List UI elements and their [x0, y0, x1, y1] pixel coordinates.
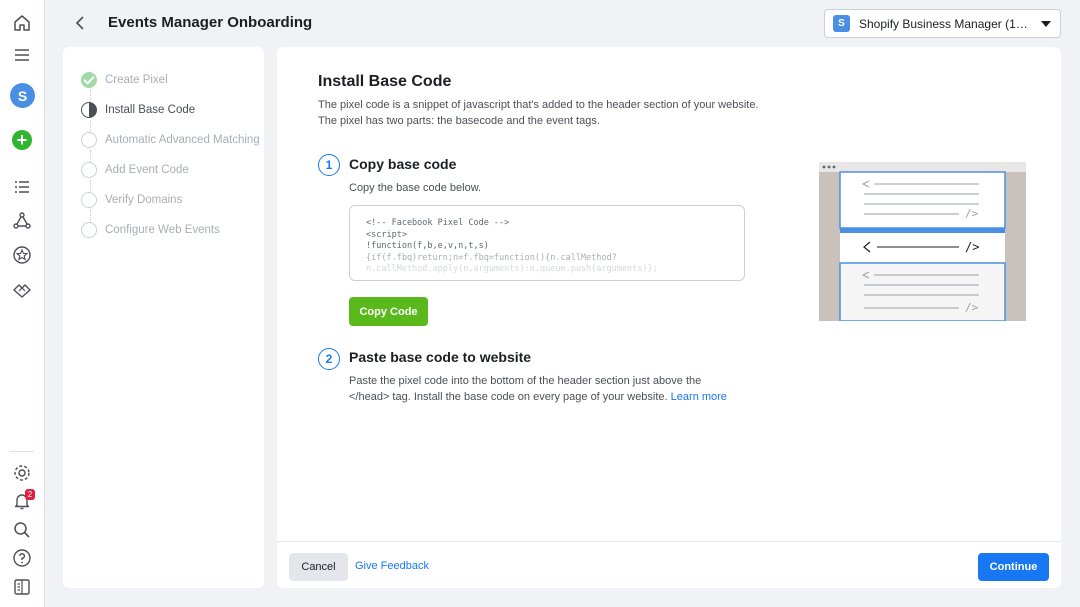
code-line: n.callMethod.apply(n,arguments):n.queue.…	[366, 264, 658, 274]
code-line: <script>	[366, 229, 407, 240]
business-manager-select[interactable]: S Shopify Business Manager (1680...	[824, 9, 1061, 38]
step-label: Configure Web Events	[105, 224, 220, 236]
step-pending-icon	[81, 132, 97, 148]
step-label: Automatic Advanced Matching	[105, 134, 260, 146]
copy-code-button[interactable]: Copy Code	[349, 297, 428, 326]
step-automatic-advanced-matching[interactable]: Automatic Advanced Matching	[81, 130, 260, 150]
step-done-check-icon	[81, 72, 97, 88]
copy-base-code-heading: Copy base code	[349, 156, 457, 172]
code-line: <!-- Facebook Pixel Code -->	[366, 218, 510, 228]
learn-more-link[interactable]: Learn more	[671, 391, 727, 403]
notification-count-badge: 2	[25, 489, 35, 500]
step-install-base-code[interactable]: Install Base Code	[81, 100, 195, 120]
step-pending-icon	[81, 192, 97, 208]
paste-text-line: Paste the pixel code into the bottom of …	[349, 375, 702, 387]
step-verify-domains[interactable]: Verify Domains	[81, 190, 182, 210]
code-glyph: />	[965, 207, 979, 220]
continue-button[interactable]: Continue	[978, 553, 1049, 581]
star-icon[interactable]	[10, 243, 34, 267]
step-pending-icon	[81, 222, 97, 238]
step-number-1: 1	[318, 154, 340, 176]
paste-text-line-2: </head> tag. Install the base code on ev…	[349, 389, 769, 405]
plus-symbol: +	[16, 130, 28, 150]
rail-divider	[10, 451, 34, 452]
website-header-illustration: /> /> />	[819, 162, 1026, 321]
list-icon[interactable]	[10, 175, 34, 199]
step-in-progress-icon	[81, 102, 97, 118]
panel-toggle-icon[interactable]	[10, 575, 34, 599]
step-add-event-code[interactable]: Add Event Code	[81, 160, 189, 180]
left-navigation-rail: S + 2	[0, 0, 45, 607]
paste-base-code-heading: Paste base code to website	[349, 349, 532, 365]
step-number-2: 2	[318, 348, 340, 370]
business-select-label: Shopify Business Manager (1680...	[859, 16, 1034, 31]
avatar-letter: S	[17, 87, 28, 104]
section-title: Install Base Code	[318, 73, 452, 90]
code-line: !function(f,b,e,v,n,t,s)	[366, 241, 489, 251]
code-glyph: />	[965, 240, 980, 254]
cancel-button[interactable]: Cancel	[289, 553, 348, 581]
page-title: Events Manager Onboarding	[108, 14, 313, 31]
code-glyph: />	[965, 301, 979, 314]
step-configure-web-events[interactable]: Configure Web Events	[81, 220, 220, 240]
step-create-pixel[interactable]: Create Pixel	[81, 70, 168, 90]
create-plus-icon[interactable]: +	[12, 130, 32, 150]
step-pending-icon	[81, 162, 97, 178]
step-label: Add Event Code	[105, 164, 189, 176]
paste-base-code-text: Paste the pixel code into the bottom of …	[349, 373, 769, 405]
handshake-icon[interactable]	[10, 278, 34, 302]
home-icon[interactable]	[10, 11, 34, 35]
step-label: Verify Domains	[105, 194, 183, 206]
base-code-box[interactable]: <!-- Facebook Pixel Code --> <script> !f…	[349, 205, 745, 281]
section-description: The pixel code is a snippet of javascrip…	[318, 97, 788, 129]
step-label: Install Base Code	[105, 104, 196, 116]
description-line: The pixel has two parts: the basecode an…	[318, 115, 600, 127]
copy-base-code-subtitle: Copy the base code below.	[349, 182, 482, 194]
paste-text-line: </head> tag. Install the base code on ev…	[349, 391, 668, 403]
settings-gear-icon[interactable]	[10, 461, 34, 485]
caret-down-icon	[1041, 21, 1051, 27]
search-icon[interactable]	[10, 518, 34, 542]
step-label: Create Pixel	[105, 74, 168, 86]
business-badge: S	[833, 15, 850, 32]
network-icon[interactable]	[10, 209, 34, 233]
menu-icon[interactable]	[10, 43, 34, 67]
give-feedback-link[interactable]: Give Feedback	[355, 560, 429, 572]
onboarding-stepper: Create Pixel Install Base Code Automatic…	[63, 47, 264, 588]
help-icon[interactable]	[10, 546, 34, 570]
account-avatar[interactable]: S	[10, 83, 35, 108]
description-line: The pixel code is a snippet of javascrip…	[318, 99, 759, 111]
code-line: {if(f.fbq)return;n=f.fbq=function(){n.ca…	[366, 252, 617, 263]
back-chevron-icon[interactable]	[72, 14, 90, 32]
